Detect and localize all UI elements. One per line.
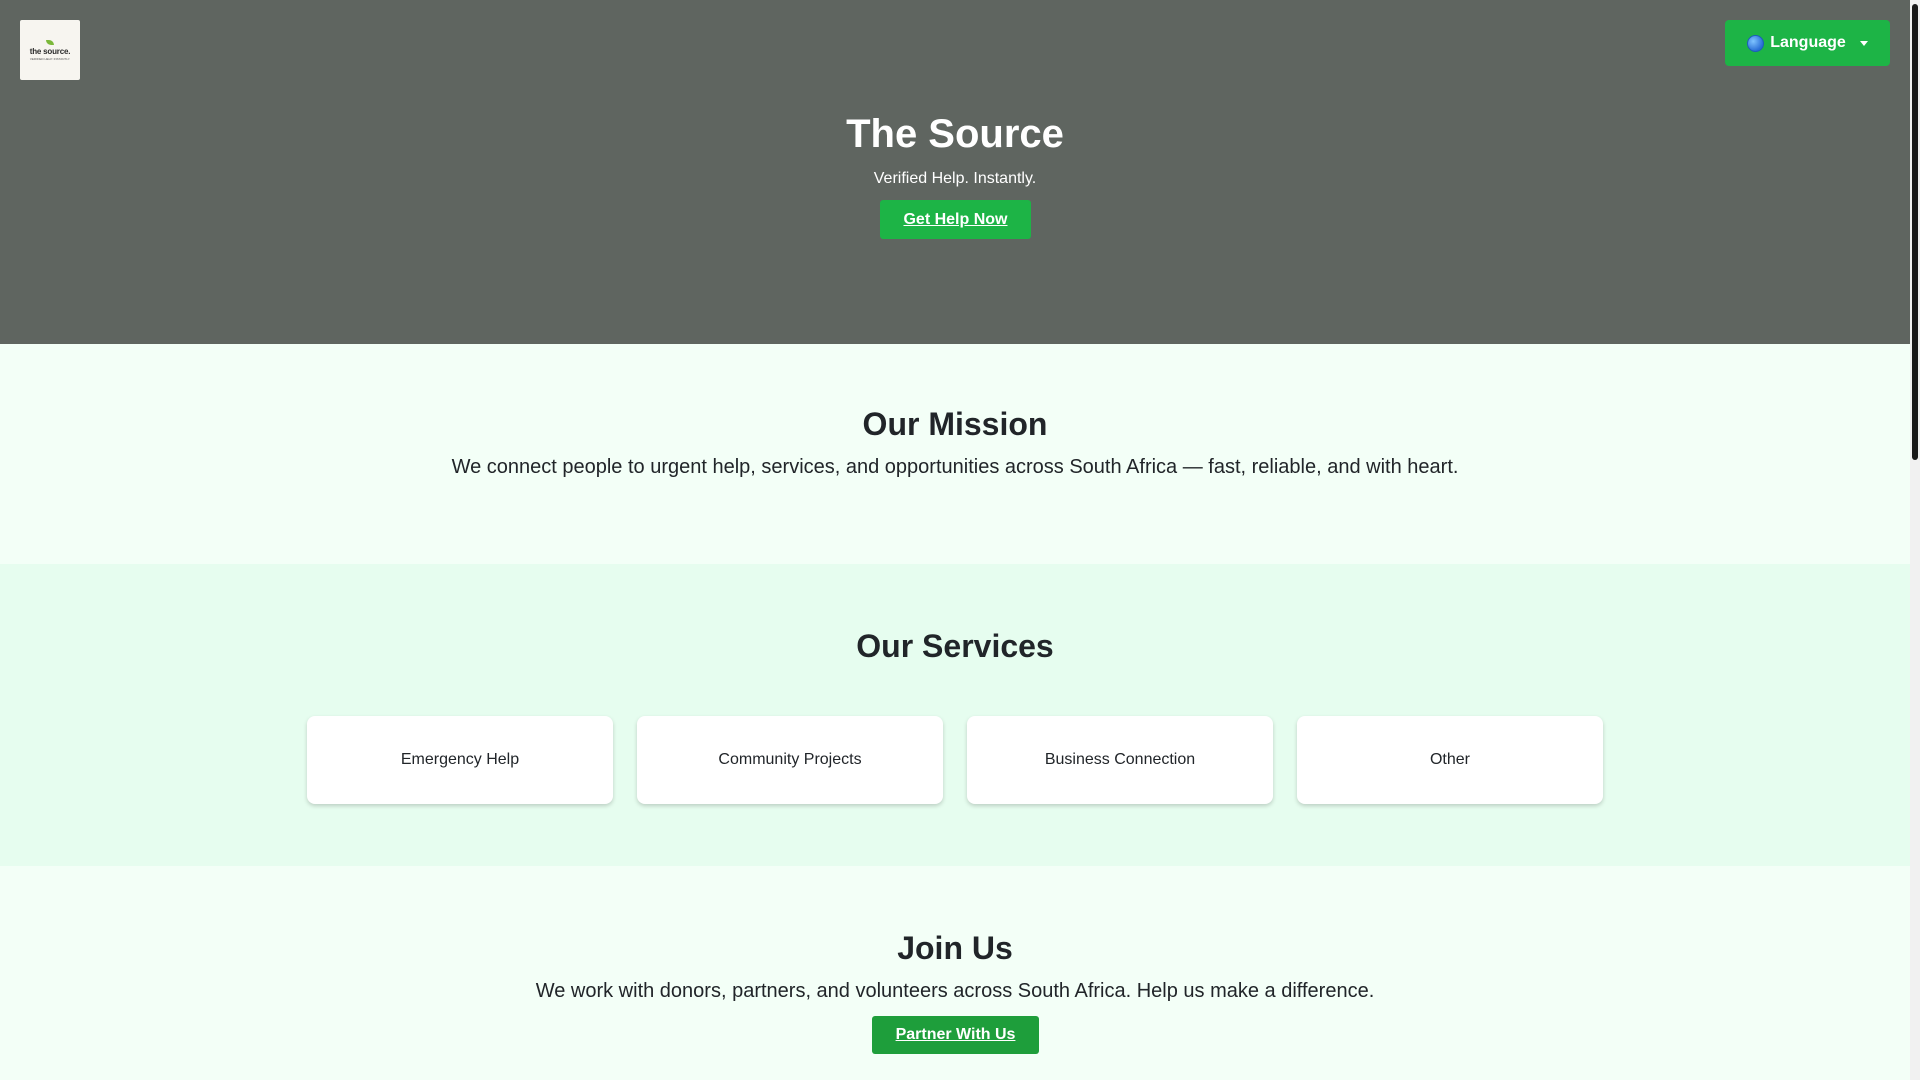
language-dropdown-button[interactable]: Language bbox=[1725, 20, 1890, 66]
service-card-label: Emergency Help bbox=[400, 751, 520, 768]
language-button-label: Language bbox=[1770, 34, 1846, 51]
get-help-now-button[interactable]: Get Help Now bbox=[880, 200, 1031, 239]
chevron-down-icon bbox=[1859, 40, 1868, 46]
service-card-community-projects[interactable]: Community Projects bbox=[637, 716, 943, 804]
scrollbar-thumb[interactable] bbox=[1912, 4, 1918, 460]
logo-brand-text: the source. bbox=[29, 46, 71, 56]
mission-text: We connect people to urgent help, servic… bbox=[451, 456, 1459, 478]
mission-section: Our Mission We connect people to urgent … bbox=[0, 344, 1910, 564]
services-section: Our Services Emergency Help Community Pr… bbox=[0, 564, 1910, 866]
page: the source. VERIFIED HELP. INSTANTLY. La… bbox=[0, 0, 1910, 1080]
hero-section: the source. VERIFIED HELP. INSTANTLY. La… bbox=[0, 0, 1910, 344]
service-card-other[interactable]: Other bbox=[1297, 716, 1603, 804]
partner-with-us-button[interactable]: Partner With Us bbox=[872, 1016, 1039, 1054]
hero-title: The Source bbox=[846, 112, 1064, 156]
service-card-emergency-help[interactable]: Emergency Help bbox=[307, 716, 613, 804]
leaf-icon bbox=[46, 39, 54, 45]
service-card-label: Business Connection bbox=[1044, 751, 1196, 768]
globe-icon bbox=[1747, 34, 1765, 52]
join-text: We work with donors, partners, and volun… bbox=[535, 980, 1375, 1002]
page-scrollbar[interactable] bbox=[1910, 0, 1920, 1080]
mission-title: Our Mission bbox=[862, 406, 1048, 442]
join-title: Join Us bbox=[897, 930, 1013, 966]
logo-tagline: VERIFIED HELP. INSTANTLY. bbox=[29, 56, 71, 61]
join-section: Join Us We work with donors, partners, a… bbox=[0, 866, 1910, 1080]
service-card-business-connection[interactable]: Business Connection bbox=[967, 716, 1273, 804]
services-title: Our Services bbox=[856, 628, 1054, 664]
hero-subtitle: Verified Help. Instantly. bbox=[873, 170, 1037, 187]
service-card-label: Other bbox=[1429, 751, 1470, 768]
service-card-label: Community Projects bbox=[718, 751, 862, 768]
site-logo[interactable]: the source. VERIFIED HELP. INSTANTLY. bbox=[20, 20, 80, 80]
